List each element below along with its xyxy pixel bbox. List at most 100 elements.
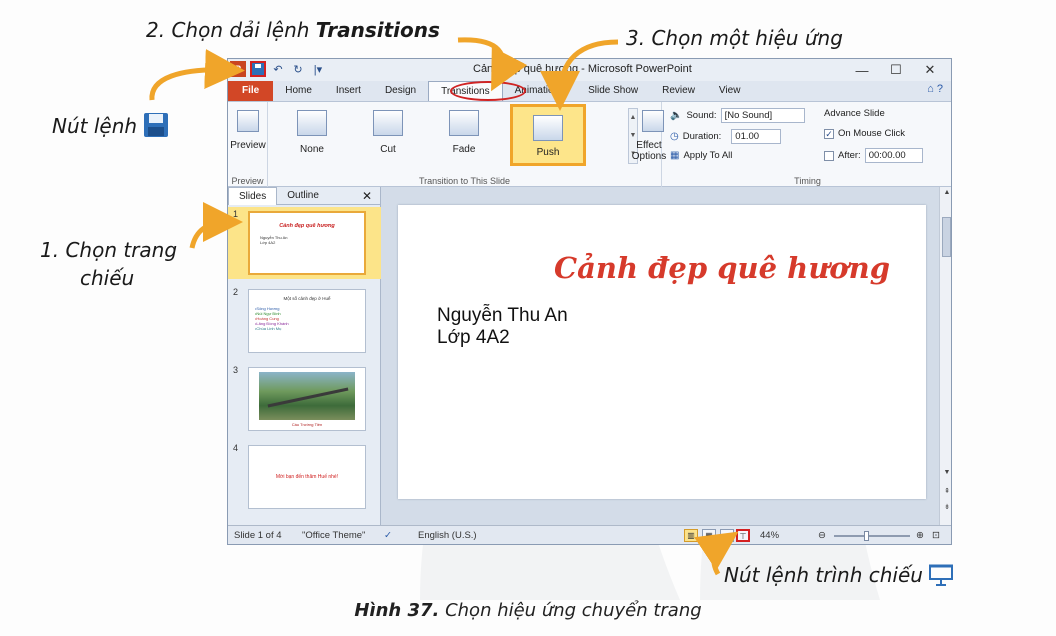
- transition-fade-button[interactable]: Fade: [434, 108, 494, 166]
- sound-row: 🔈 Sound: [No Sound]: [670, 108, 805, 123]
- thumbnail-heading: Một số cảnh đẹp ở Huế: [283, 296, 331, 301]
- next-slide-icon[interactable]: ⇟: [940, 503, 951, 511]
- clock-icon: ◷: [670, 131, 679, 142]
- slide-thumbnail-2[interactable]: 2 Một số cảnh đẹp ở Huế •Sông Hương •Núi…: [228, 285, 381, 357]
- maximize-button[interactable]: ☐: [879, 59, 913, 81]
- panel-tabs: Slides Outline ✕: [228, 186, 380, 205]
- step2-label: 2. Chọn dải lệnh Transitions: [146, 18, 440, 42]
- tab-slides[interactable]: Slides: [228, 186, 278, 205]
- help-icon[interactable]: ⌂ ?: [927, 83, 943, 95]
- tab-design[interactable]: Design: [373, 81, 428, 101]
- slide-thumbnail-3[interactable]: 3 Cầu Trường Tiền: [228, 363, 381, 435]
- tab-view[interactable]: View: [707, 81, 753, 101]
- after-checkbox[interactable]: [824, 150, 834, 161]
- arrow-to-slide1: [189, 202, 243, 249]
- tab-outline[interactable]: Outline: [277, 187, 329, 205]
- fit-to-window-icon[interactable]: ⊡: [932, 530, 940, 541]
- scroll-thumb[interactable]: [942, 217, 951, 257]
- after-input[interactable]: 00:00.00: [864, 148, 923, 163]
- redo-icon[interactable]: ↻: [290, 61, 306, 77]
- current-slide[interactable]: Cảnh đẹp quê hương Nguyễn Thu An Lớp 4A2: [398, 205, 926, 499]
- preview-button[interactable]: Preview: [229, 108, 267, 166]
- on-mouse-click-label: On Mouse Click: [838, 128, 906, 139]
- slide-subtitle[interactable]: Nguyễn Thu An Lớp 4A2: [437, 305, 568, 349]
- tab-slide-show[interactable]: Slide Show: [576, 81, 650, 101]
- reading-view-button[interactable]: ▭: [720, 529, 734, 542]
- customize-qat-icon[interactable]: |▾: [310, 61, 326, 77]
- slide-thumbnail-1[interactable]: 1 Cảnh đẹp quê hương Nguyễn Thu An Lớp 4…: [228, 207, 381, 279]
- transition-cut-button[interactable]: Cut: [358, 108, 418, 166]
- undo-icon[interactable]: ↶: [270, 61, 286, 77]
- zoom-slider[interactable]: [834, 531, 910, 541]
- minimize-button[interactable]: —: [845, 59, 879, 81]
- slides-panel: Slides Outline ✕ 1 Cảnh đẹp quê hương Ng…: [228, 186, 381, 525]
- duration-input[interactable]: 01.00: [731, 129, 782, 144]
- save-button[interactable]: [250, 61, 266, 77]
- slide-sorter-view-button[interactable]: ▦: [702, 529, 716, 542]
- slideshow-note-label: Nút lệnh trình chiếu: [724, 563, 954, 587]
- step1-label: 1. Chọn trang chiếu: [40, 238, 178, 290]
- quick-access-toolbar: P ↶ ↻ |▾: [230, 61, 326, 77]
- scroll-up-icon[interactable]: ▲: [940, 189, 951, 196]
- theme-name: "Office Theme": [302, 530, 366, 541]
- advance-slide-title: Advance Slide: [824, 108, 885, 119]
- window-title: Cảnh đẹp quê hương - Microsoft PowerPoin…: [473, 63, 692, 75]
- prev-slide-icon[interactable]: ⇞: [940, 487, 951, 495]
- zoom-out-icon[interactable]: ⊖: [818, 530, 826, 541]
- thumbnail-text: Mời bạn đến thăm Huế nhé!: [275, 474, 339, 480]
- transition-cut-icon: [373, 110, 403, 136]
- transition-none-icon: [297, 110, 327, 136]
- normal-view-button[interactable]: ▥: [684, 529, 698, 542]
- tab-home[interactable]: Home: [273, 81, 324, 101]
- spell-check-icon[interactable]: ✓: [384, 530, 392, 541]
- transition-cut-label: Cut: [380, 144, 396, 155]
- scroll-down-icon[interactable]: ▼: [940, 469, 951, 476]
- duration-label: Duration:: [682, 131, 722, 142]
- after-row: After: 00:00.00: [824, 148, 923, 163]
- tab-review[interactable]: Review: [650, 81, 707, 101]
- zoom-level: 44%: [760, 530, 780, 541]
- vertical-scrollbar[interactable]: ▲ ▼ ⇞ ⇟: [939, 187, 951, 525]
- apply-all-button[interactable]: Apply To All: [683, 150, 732, 161]
- arrow-to-save: [149, 49, 245, 101]
- tab-insert[interactable]: Insert: [324, 81, 373, 101]
- powerpoint-window: P ↶ ↻ |▾ Cảnh đẹp quê hương - Microsoft …: [227, 58, 952, 545]
- thumbnail-preview: Mời bạn đến thăm Huế nhé!: [248, 445, 366, 509]
- duration-row: ◷ Duration: 01.00: [670, 129, 782, 144]
- slideshow-icon: [929, 564, 954, 586]
- apply-all-row[interactable]: ▦ Apply To All: [670, 150, 732, 161]
- thumbnail-caption: Cầu Trường Tiền: [291, 422, 323, 427]
- slide-title[interactable]: Cảnh đẹp quê hương: [398, 251, 926, 285]
- floppy-disk-icon: [144, 113, 169, 137]
- apply-all-icon: ▦: [670, 150, 680, 161]
- thumbnail-preview: Cầu Trường Tiền: [248, 367, 366, 431]
- status-bar: Slide 1 of 4 "Office Theme" ✓ English (U…: [228, 525, 951, 544]
- zoom-in-icon[interactable]: ⊕: [916, 530, 924, 541]
- on-mouse-click-checkbox[interactable]: ✓: [824, 128, 834, 139]
- app-logo-icon[interactable]: P: [230, 61, 246, 77]
- tab-file[interactable]: File: [228, 81, 274, 101]
- slide-number: 2: [233, 287, 239, 297]
- zoom-slider-knob[interactable]: [864, 531, 869, 541]
- transition-none-button[interactable]: None: [282, 108, 342, 166]
- preview-group: Preview Preview: [228, 102, 268, 188]
- floppy-disk-icon: [252, 63, 264, 75]
- slide-thumbnail-4[interactable]: 4 Mời bạn đến thăm Huế nhé!: [228, 441, 381, 513]
- thumbnail-preview: Cảnh đẹp quê hương Nguyễn Thu An Lớp 4A2: [248, 211, 366, 275]
- transition-push-button[interactable]: Push: [510, 104, 586, 166]
- language[interactable]: English (U.S.): [418, 530, 477, 541]
- close-button[interactable]: ✕: [913, 59, 947, 81]
- title-bar: P ↶ ↻ |▾ Cảnh đẹp quê hương - Microsoft …: [228, 59, 951, 81]
- thumbnail-title: Cảnh đẹp quê hương: [279, 223, 335, 229]
- slideshow-view-button[interactable]: ⊤: [736, 529, 750, 542]
- thumbnail-preview: Một số cảnh đẹp ở Huế •Sông Hương •Núi N…: [248, 289, 366, 353]
- transition-push-label: Push: [536, 147, 560, 158]
- sound-icon: 🔈: [670, 110, 683, 121]
- panel-close-icon[interactable]: ✕: [362, 189, 372, 203]
- preview-group-label: Preview: [231, 176, 264, 186]
- on-mouse-click-row: ✓ On Mouse Click: [824, 128, 905, 139]
- textbook-page: 2. Chọn dải lệnh Transitions 3. Chọn một…: [0, 0, 1056, 636]
- sound-select[interactable]: [No Sound]: [720, 108, 805, 123]
- transition-fade-icon: [449, 110, 479, 136]
- advance-slide-label: Advance Slide: [824, 108, 885, 119]
